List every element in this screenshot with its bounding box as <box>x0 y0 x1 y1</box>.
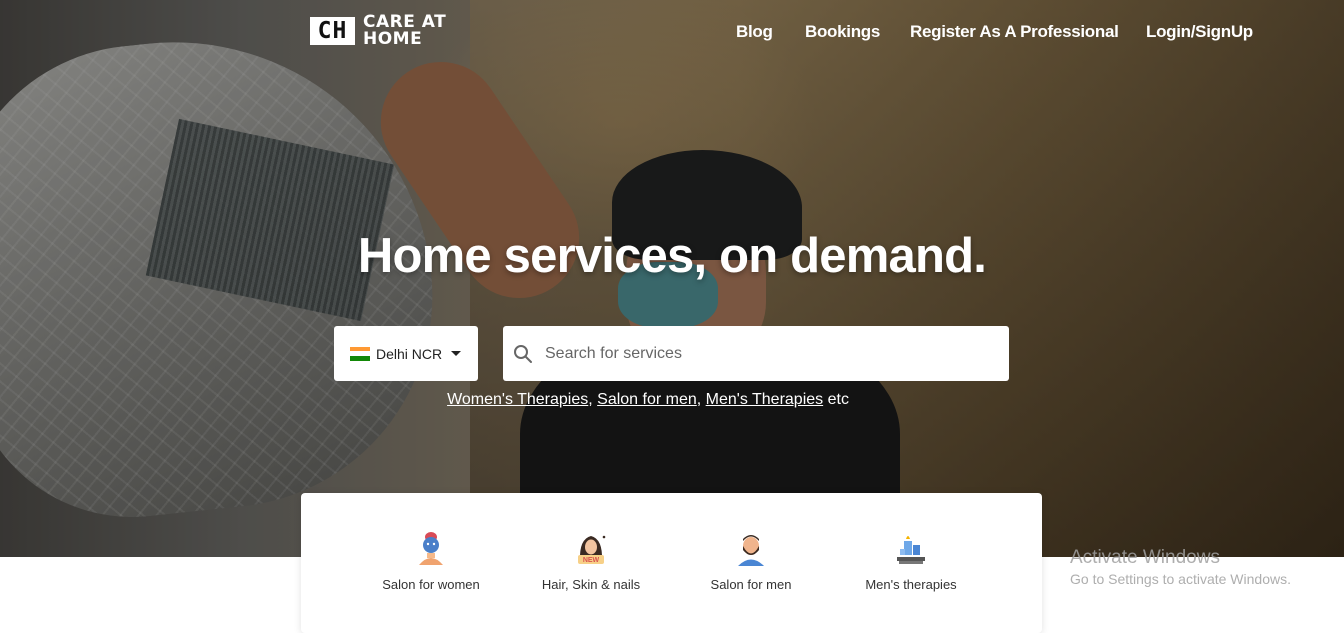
category-mens-therapies[interactable]: Men's therapies <box>836 531 986 592</box>
search-icon <box>513 344 533 364</box>
category-card: Salon for women NEW Hair, Skin & nails S… <box>301 493 1042 633</box>
suggestion-mens-therapies-link[interactable]: Men's Therapies <box>706 391 823 408</box>
category-label: Salon for women <box>382 577 480 592</box>
nav-login-signup-link[interactable]: Login/SignUp <box>1146 22 1253 42</box>
search-input[interactable] <box>543 343 987 364</box>
woman-hair-new-icon: NEW <box>578 535 606 564</box>
watermark-title: Activate Windows <box>1070 547 1220 568</box>
india-flag-icon <box>350 346 370 361</box>
flag-stripe-green <box>350 355 370 361</box>
spa-candle-icon <box>897 536 925 564</box>
search-suggestions: Women's Therapies, Salon for men, Men's … <box>447 391 849 408</box>
category-label: Hair, Skin & nails <box>541 577 641 592</box>
hero-headline: Home services, on demand. <box>357 229 987 283</box>
category-hair-skin-nails[interactable]: NEW Hair, Skin & nails <box>516 531 666 592</box>
category-salon-for-women[interactable]: Salon for women <box>356 531 506 592</box>
watermark-subtitle: Go to Settings to activate Windows. <box>1070 571 1291 587</box>
nav-blog-link[interactable]: Blog <box>736 22 773 42</box>
city-selector[interactable]: Delhi NCR <box>334 326 478 381</box>
man-beard-icon <box>738 535 764 566</box>
service-search-box[interactable] <box>503 326 1009 381</box>
windows-activation-watermark: Activate Windows Go to Settings to activ… <box>1070 547 1291 587</box>
suggestion-salon-for-men-link[interactable]: Salon for men <box>597 391 697 408</box>
suggestion-suffix: etc <box>827 391 849 408</box>
city-selector-label: Delhi NCR <box>376 345 443 362</box>
top-nav: Blog Bookings Register As A Professional… <box>0 22 1253 44</box>
woman-face-icon <box>419 532 443 565</box>
category-label: Men's therapies <box>865 577 957 592</box>
nav-register-professional-link[interactable]: Register As A Professional <box>910 22 1119 42</box>
suggestion-womens-therapies-link[interactable]: Women's Therapies <box>447 391 588 408</box>
nav-bookings-link[interactable]: Bookings <box>805 22 880 42</box>
caret-down-icon <box>451 351 462 356</box>
svg-text:NEW: NEW <box>583 557 600 564</box>
category-salon-for-men[interactable]: Salon for men <box>676 531 826 592</box>
category-label: Salon for men <box>710 577 792 592</box>
